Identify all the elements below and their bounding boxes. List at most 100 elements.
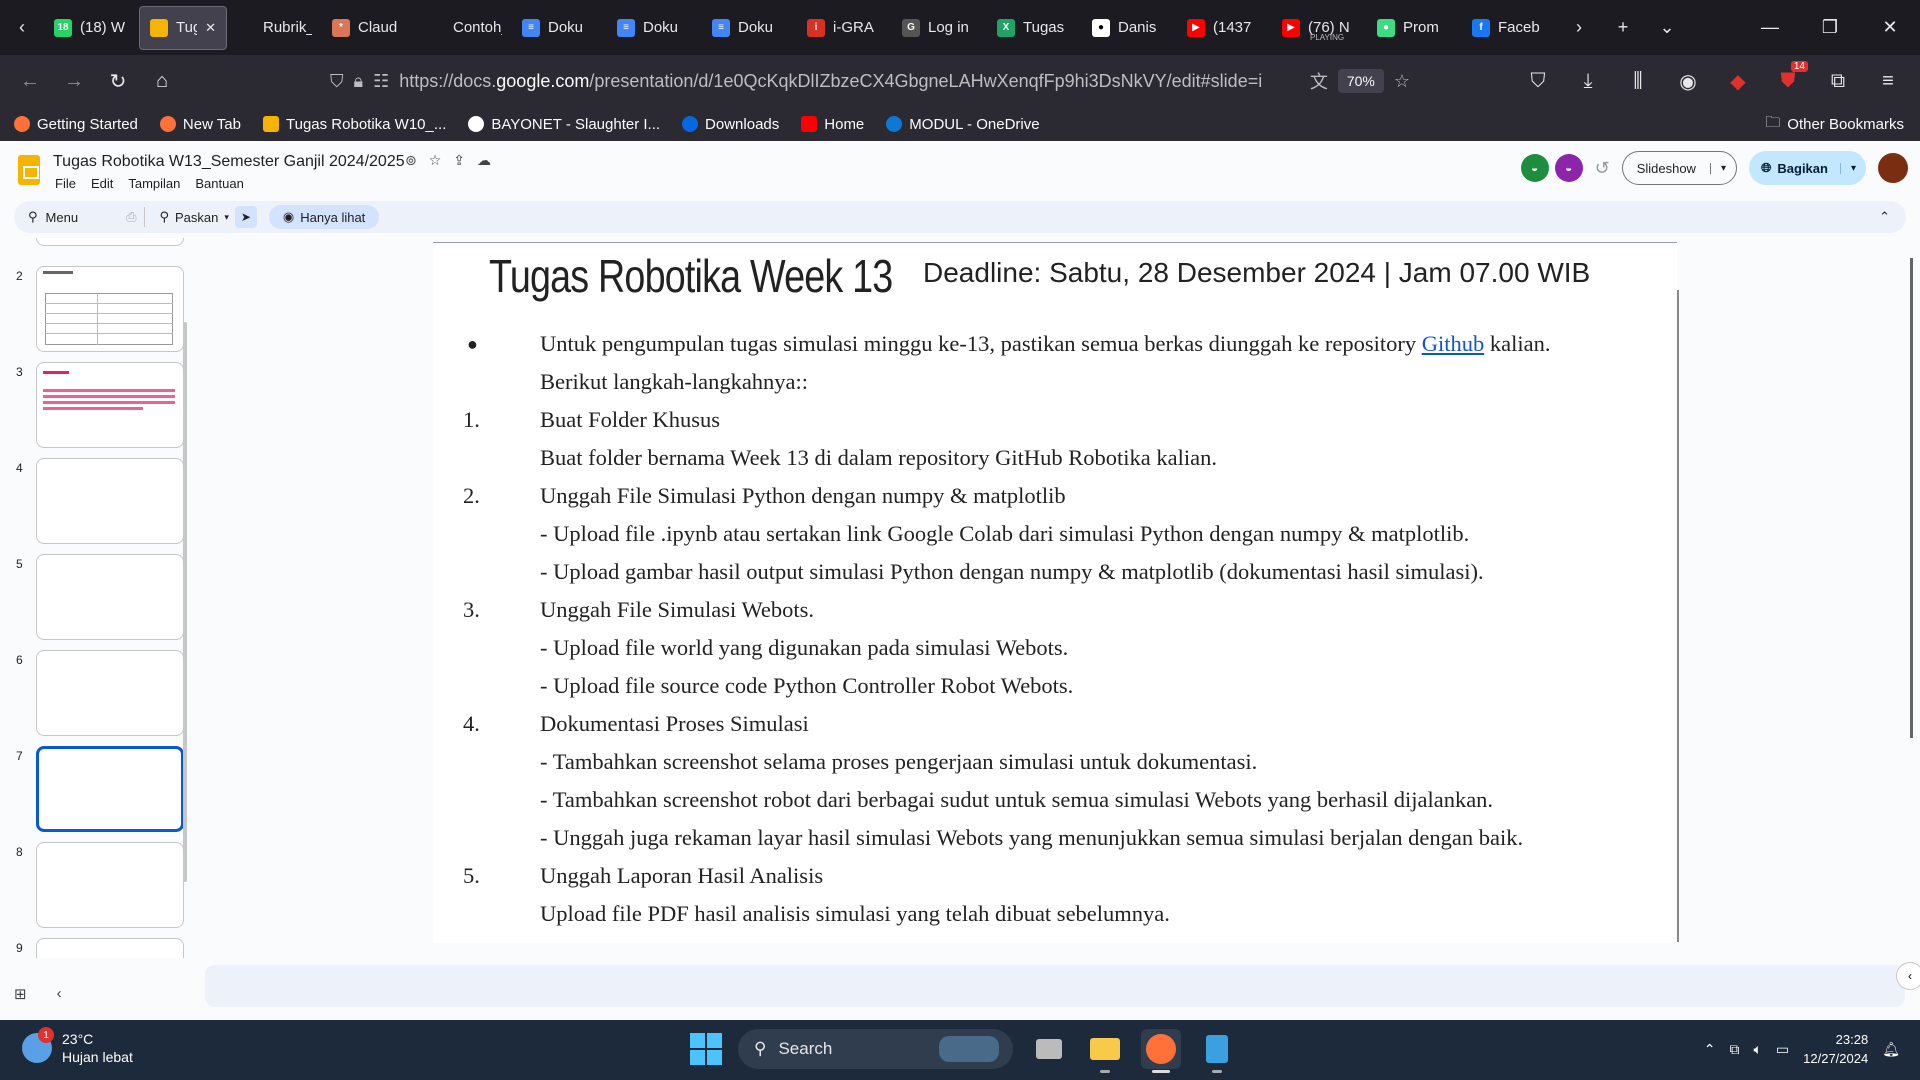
- browser-tab[interactable]: ● Prom: [1367, 6, 1462, 50]
- slideshow-dropdown-icon[interactable]: ▾: [1709, 162, 1736, 174]
- doc-title[interactable]: Tugas Robotika W13_Semester Ganjil 2024/…: [53, 153, 405, 171]
- view-only-button[interactable]: ◉ Hanya lihat: [268, 205, 380, 229]
- speaker-notes[interactable]: [205, 965, 1905, 1007]
- browser-tab[interactable]: Rubrik_Pe: [227, 6, 322, 50]
- slide-thumbnail-4[interactable]: [36, 458, 184, 544]
- github-link[interactable]: Github: [1422, 331, 1485, 356]
- slide-thumbnail-3[interactable]: [36, 362, 184, 448]
- library-icon[interactable]: ⫼: [1616, 59, 1660, 103]
- menu-view[interactable]: Tampilan: [128, 176, 180, 191]
- extensions-puzzle-icon[interactable]: ⧉: [1816, 59, 1860, 103]
- bookmark-new-tab[interactable]: New Tab: [159, 116, 241, 133]
- slide-thumbnail-6[interactable]: [36, 650, 184, 736]
- cloud-status-icon[interactable]: ☁: [477, 152, 491, 169]
- pocket-icon[interactable]: ⛉: [1516, 59, 1560, 103]
- taskbar-search[interactable]: ⚲ Search: [738, 1029, 1013, 1069]
- ublock-icon[interactable]: ⛊ 14: [1766, 59, 1810, 103]
- slide-thumbnail-7-selected[interactable]: [36, 746, 184, 832]
- lock-icon[interactable]: 🔒︎: [354, 71, 364, 92]
- bookmark-bayonet[interactable]: BAYONET - Slaughter I...: [468, 116, 660, 133]
- tab-scroll-left-icon[interactable]: ‹: [0, 6, 44, 50]
- print-icon[interactable]: ⎙: [126, 209, 136, 225]
- bookmark-modul-onedrive[interactable]: MODUL - OneDrive: [886, 116, 1040, 133]
- slide-thumbnail-2[interactable]: [36, 266, 184, 352]
- browser-tab[interactable]: ≡ Doku: [512, 6, 607, 50]
- browser-tab[interactable]: ▶ (76) N PLAYING: [1272, 6, 1367, 50]
- start-button[interactable]: [690, 1033, 722, 1065]
- notepad-icon[interactable]: [1197, 1029, 1237, 1073]
- label-icon[interactable]: ⊚: [405, 152, 417, 169]
- grid-view-icon[interactable]: ⊞: [14, 985, 27, 1003]
- bookmark-star-icon[interactable]: ☆: [1394, 71, 1410, 92]
- version-history-icon[interactable]: ↺: [1595, 158, 1610, 179]
- other-bookmarks[interactable]: 🗀︎ Other Bookmarks: [1765, 112, 1904, 137]
- slide-thumbnail-5[interactable]: [36, 554, 184, 640]
- browser-tab[interactable]: Contoh_C: [417, 6, 512, 50]
- notifications-icon[interactable]: 🔔︎: [1882, 1041, 1900, 1058]
- clock[interactable]: 23:28 12/27/2024: [1803, 1030, 1868, 1068]
- browser-tab[interactable]: f Faceb: [1462, 6, 1557, 50]
- slide-thumbnail[interactable]: [36, 238, 184, 246]
- translate-icon[interactable]: 文: [1310, 68, 1328, 94]
- menu-edit[interactable]: Edit: [91, 176, 113, 191]
- browser-tab[interactable]: 18 (18) W: [44, 6, 139, 50]
- maximize-icon[interactable]: ❐: [1800, 6, 1860, 50]
- weather-widget[interactable]: 1 23°C Hujan lebat: [22, 1027, 133, 1066]
- select-pointer-icon[interactable]: ➤: [234, 206, 257, 228]
- slide-thumbnail-8[interactable]: [36, 842, 184, 928]
- home-icon[interactable]: ⌂: [140, 59, 184, 103]
- forward-icon[interactable]: →: [52, 59, 96, 103]
- extension-icon[interactable]: ◆: [1716, 59, 1760, 103]
- firefox-taskbar-icon[interactable]: [1141, 1029, 1181, 1073]
- downloads-icon[interactable]: ⤓: [1566, 59, 1610, 103]
- browser-tab[interactable]: Tug ✕: [139, 5, 227, 50]
- permissions-icon[interactable]: ☷: [373, 71, 389, 92]
- bookmark-downloads[interactable]: Downloads: [682, 116, 779, 133]
- close-tab-icon[interactable]: ✕: [205, 20, 216, 36]
- close-window-icon[interactable]: ✕: [1860, 6, 1920, 50]
- share-button[interactable]: 🌐︎ Bagikan ▾: [1748, 151, 1866, 185]
- collaborator-avatar[interactable]: ◒: [1520, 154, 1549, 182]
- app-menu-icon[interactable]: ≡: [1866, 59, 1910, 103]
- zoom-control[interactable]: ⚲ Paskan ▾: [153, 204, 234, 230]
- show-hidden-icons-icon[interactable]: ⌃: [1704, 1041, 1716, 1058]
- collapse-filmstrip-icon[interactable]: ‹: [57, 985, 62, 1003]
- browser-tab[interactable]: ▶ (1437: [1177, 6, 1272, 50]
- menu-help[interactable]: Bantuan: [195, 176, 243, 191]
- bookmark-tugas-robotika[interactable]: Tugas Robotika W10_...: [263, 116, 446, 133]
- bookmark-home[interactable]: Home: [801, 116, 864, 133]
- star-icon[interactable]: ☆: [429, 152, 442, 169]
- shield-icon[interactable]: ⛉: [330, 71, 344, 92]
- filmstrip-scrollbar[interactable]: [183, 322, 187, 882]
- minimize-icon[interactable]: —: [1740, 6, 1800, 50]
- browser-tab[interactable]: * Claud: [322, 6, 417, 50]
- battery-icon[interactable]: ▭: [1776, 1041, 1789, 1058]
- network-icon[interactable]: ⧉: [1730, 1041, 1740, 1058]
- reload-icon[interactable]: ↻: [96, 59, 140, 103]
- url-bar[interactable]: ⛉ 🔒︎ ☷ https://docs.google.com/presentat…: [330, 62, 1410, 100]
- collapse-menus-icon[interactable]: ⌃: [1879, 209, 1890, 225]
- share-dropdown-icon[interactable]: ▾: [1839, 162, 1866, 174]
- move-icon[interactable]: ⇪: [453, 152, 465, 169]
- bookmark-getting-started[interactable]: Getting Started: [14, 116, 138, 133]
- tab-scroll-right-icon[interactable]: ›: [1557, 6, 1601, 50]
- browser-tab[interactable]: ● Danis: [1082, 6, 1177, 50]
- user-avatar[interactable]: [1878, 153, 1908, 183]
- side-panel-toggle-icon[interactable]: ‹: [1896, 962, 1920, 990]
- browser-tab[interactable]: ≡ Doku: [607, 6, 702, 50]
- search-menus[interactable]: ⚲ Menu: [20, 204, 86, 230]
- volume-icon[interactable]: 🔈︎: [1754, 1041, 1762, 1058]
- tab-list-chevron-icon[interactable]: ⌄: [1645, 6, 1689, 50]
- slides-logo-icon[interactable]: [18, 155, 40, 185]
- browser-tab[interactable]: ≡ Doku: [702, 6, 797, 50]
- new-tab-icon[interactable]: +: [1601, 6, 1645, 50]
- file-explorer-icon[interactable]: [1085, 1029, 1125, 1073]
- back-icon[interactable]: ←: [8, 59, 52, 103]
- slideshow-button[interactable]: Slideshow ▾: [1621, 151, 1737, 185]
- url-text[interactable]: https://docs.google.com/presentation/d/1…: [399, 71, 1300, 92]
- browser-tab[interactable]: X Tugas: [987, 6, 1082, 50]
- editor-scrollbar[interactable]: [1910, 258, 1913, 738]
- task-view-icon[interactable]: [1029, 1029, 1069, 1069]
- browser-tab[interactable]: i i-GRA: [797, 6, 892, 50]
- zoom-level[interactable]: 70%: [1337, 69, 1384, 93]
